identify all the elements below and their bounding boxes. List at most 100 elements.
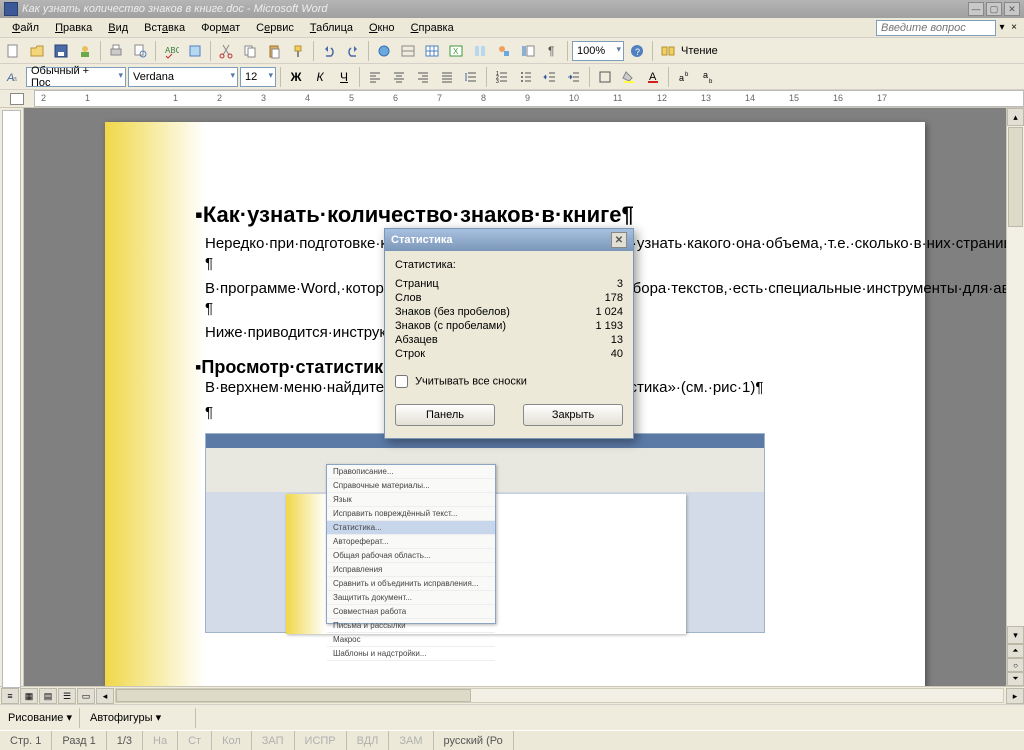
drawing-icon[interactable] xyxy=(493,40,515,62)
underline-button[interactable]: Ч xyxy=(333,66,355,88)
toolbar-options-icon[interactable]: ▾ xyxy=(996,22,1008,33)
menu-insert[interactable]: Вставка xyxy=(136,20,193,36)
align-left-icon[interactable] xyxy=(364,66,386,88)
fontsize-combo[interactable]: 12 xyxy=(240,67,276,87)
style-combo[interactable]: Обычный + Пос xyxy=(26,67,126,87)
zoom-combo[interactable]: 100% xyxy=(572,41,624,61)
scroll-thumb[interactable] xyxy=(1008,127,1023,227)
cut-icon[interactable] xyxy=(215,40,237,62)
spellcheck-icon[interactable]: ABC xyxy=(160,40,182,62)
minimize-button[interactable]: — xyxy=(968,2,984,16)
normal-view-icon[interactable]: ≡ xyxy=(1,688,19,704)
align-center-icon[interactable] xyxy=(388,66,410,88)
browse-object-icon[interactable]: ○ xyxy=(1007,658,1024,672)
menu-table[interactable]: Таблица xyxy=(302,20,361,36)
italic-button[interactable]: К xyxy=(309,66,331,88)
borders-icon[interactable] xyxy=(594,66,616,88)
stat-key: Слов xyxy=(395,292,421,304)
permissions-icon[interactable] xyxy=(74,40,96,62)
menu-view[interactable]: Вид xyxy=(100,20,136,36)
prev-page-icon[interactable]: ⏶ xyxy=(1007,644,1024,658)
vertical-scrollbar[interactable]: ▴ ▾ ⏶ ○ ⏷ xyxy=(1006,108,1024,686)
docmap-icon[interactable] xyxy=(517,40,539,62)
reading-view-icon[interactable]: ▭ xyxy=(77,688,95,704)
autoshapes-menu[interactable]: Автофигуры ▾ xyxy=(86,711,165,724)
close-doc-button[interactable]: × xyxy=(1008,22,1020,33)
print-icon[interactable] xyxy=(105,40,127,62)
menu-file[interactable]: Файл xyxy=(4,20,47,36)
research-icon[interactable] xyxy=(184,40,206,62)
vertical-ruler[interactable] xyxy=(0,108,24,686)
horizontal-scrollbar[interactable] xyxy=(115,688,1004,703)
numbering-icon[interactable]: 123 xyxy=(491,66,513,88)
align-right-icon[interactable] xyxy=(412,66,434,88)
drawing-menu[interactable]: Рисование ▾ xyxy=(4,711,76,724)
panel-button[interactable]: Панель xyxy=(395,404,495,426)
increase-indent-icon[interactable] xyxy=(563,66,585,88)
status-at: На xyxy=(143,731,178,750)
show-marks-icon[interactable]: ¶ xyxy=(541,40,563,62)
reading-mode-icon[interactable] xyxy=(657,40,679,62)
bold-button[interactable]: Ж xyxy=(285,66,307,88)
menu-window[interactable]: Окно xyxy=(361,20,403,36)
status-rec[interactable]: ЗАП xyxy=(252,731,295,750)
undo-icon[interactable] xyxy=(318,40,340,62)
horizontal-ruler[interactable]: 211234567891011121314151617 xyxy=(34,90,1024,107)
scroll-down-icon[interactable]: ▾ xyxy=(1007,626,1024,644)
save-icon[interactable] xyxy=(50,40,72,62)
bullets-icon[interactable] xyxy=(515,66,537,88)
stat-row: Знаков (с пробелами)1 193 xyxy=(395,319,623,333)
footnotes-checkbox[interactable] xyxy=(395,375,408,388)
decrease-indent-icon[interactable] xyxy=(539,66,561,88)
hscroll-right-icon[interactable]: ▸ xyxy=(1006,688,1024,704)
superscript-icon[interactable]: ab xyxy=(673,66,695,88)
menu-help[interactable]: Справка xyxy=(403,20,462,36)
menu-tools[interactable]: Сервис xyxy=(248,20,302,36)
maximize-button[interactable]: ▢ xyxy=(986,2,1002,16)
print-preview-icon[interactable] xyxy=(129,40,151,62)
close-button[interactable]: ✕ xyxy=(1004,2,1020,16)
doc-heading-1: ▪Как·узнать·количество·знаков·в·книге xyxy=(205,202,845,228)
hscroll-left-icon[interactable]: ◂ xyxy=(96,688,114,704)
footnotes-checkbox-row[interactable]: Учитывать все сноски xyxy=(395,375,623,388)
close-dialog-button[interactable]: Закрыть xyxy=(523,404,623,426)
print-view-icon[interactable]: ▤ xyxy=(39,688,57,704)
reading-label[interactable]: Чтение xyxy=(681,45,718,57)
hyperlink-icon[interactable] xyxy=(373,40,395,62)
columns-icon[interactable] xyxy=(469,40,491,62)
status-trk[interactable]: ИСПР xyxy=(295,731,347,750)
status-ext[interactable]: ВДЛ xyxy=(347,731,390,750)
help-icon[interactable]: ? xyxy=(626,40,648,62)
font-color-icon[interactable]: A xyxy=(642,66,664,88)
subscript-icon[interactable]: ab xyxy=(697,66,719,88)
styles-pane-icon[interactable]: Aa xyxy=(2,66,24,88)
dialog-close-button[interactable]: ✕ xyxy=(611,232,627,248)
highlight-icon[interactable] xyxy=(618,66,640,88)
next-page-icon[interactable]: ⏷ xyxy=(1007,672,1024,686)
menu-edit[interactable]: Правка xyxy=(47,20,100,36)
outline-view-icon[interactable]: ☰ xyxy=(58,688,76,704)
paste-icon[interactable] xyxy=(263,40,285,62)
status-ovr[interactable]: ЗАМ xyxy=(389,731,433,750)
align-justify-icon[interactable] xyxy=(436,66,458,88)
redo-icon[interactable] xyxy=(342,40,364,62)
dialog-titlebar[interactable]: Статистика ✕ xyxy=(385,229,633,251)
ruler-corner[interactable] xyxy=(0,90,34,107)
scroll-up-icon[interactable]: ▴ xyxy=(1007,108,1024,126)
web-view-icon[interactable]: ▦ xyxy=(20,688,38,704)
hscroll-thumb[interactable] xyxy=(116,689,471,702)
line-spacing-icon[interactable] xyxy=(460,66,482,88)
menu-format[interactable]: Формат xyxy=(193,20,248,36)
font-combo[interactable]: Verdana xyxy=(128,67,238,87)
insert-table-icon[interactable] xyxy=(421,40,443,62)
excel-icon[interactable]: X xyxy=(445,40,467,62)
open-icon[interactable] xyxy=(26,40,48,62)
status-language[interactable]: русский (Ро xyxy=(434,731,514,750)
tables-borders-icon[interactable] xyxy=(397,40,419,62)
standard-toolbar: ABC X ¶ 100% ? Чтение xyxy=(0,38,1024,64)
copy-icon[interactable] xyxy=(239,40,261,62)
format-painter-icon[interactable] xyxy=(287,40,309,62)
embedded-menu: Правописание...Справочные материалы...Яз… xyxy=(326,464,496,624)
help-search-input[interactable] xyxy=(876,20,996,36)
new-doc-icon[interactable] xyxy=(2,40,24,62)
